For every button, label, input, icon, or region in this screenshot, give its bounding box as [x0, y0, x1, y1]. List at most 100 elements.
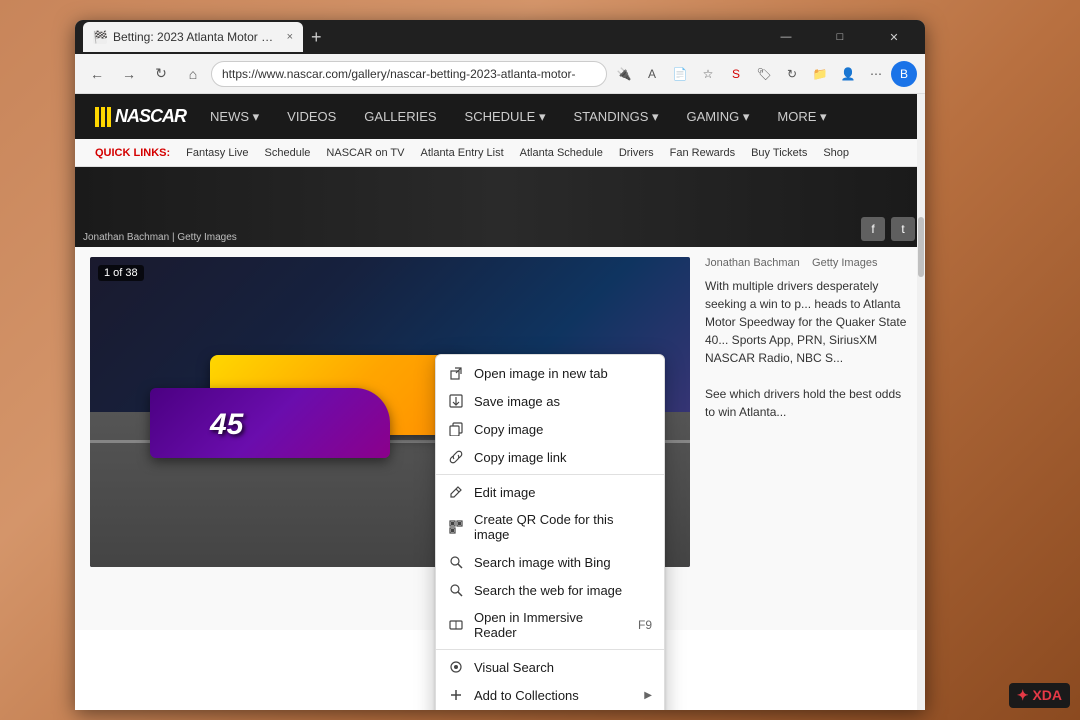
quick-link-drivers[interactable]: Drivers: [619, 147, 654, 159]
xda-logo-text: ✦: [1017, 687, 1029, 703]
font-size-icon[interactable]: A: [639, 61, 665, 87]
collections-icon[interactable]: 📁: [807, 61, 833, 87]
scrollbar[interactable]: [917, 94, 925, 710]
page-content: NASCAR NEWS ▾ VIDEOS GALLERIES SCHEDULE …: [75, 94, 925, 710]
refresh-button[interactable]: ↻: [147, 60, 175, 88]
xda-watermark: ✦ XDA: [1009, 683, 1070, 708]
twitter-icon[interactable]: t: [891, 217, 915, 241]
quick-link-tv[interactable]: NASCAR on TV: [326, 147, 404, 159]
quick-link-schedule[interactable]: Schedule: [265, 147, 311, 159]
nav-standings[interactable]: STANDINGS ▾: [569, 109, 662, 125]
visual-search-icon: [448, 659, 464, 675]
image-counter: 1 of 38: [98, 265, 144, 281]
gallery-info: Jonathan Bachman Getty Images With multi…: [705, 257, 910, 620]
maximize-button[interactable]: □: [817, 22, 863, 52]
menu-edit-image-label: Edit image: [474, 485, 652, 500]
hero-photo-credit: Jonathan Bachman | Getty Images: [83, 232, 237, 243]
quick-link-atlanta[interactable]: Atlanta Schedule: [520, 147, 603, 159]
quick-link-tickets[interactable]: Buy Tickets: [751, 147, 807, 159]
car-45-body: 45: [150, 388, 390, 458]
copilot-icon[interactable]: B: [891, 61, 917, 87]
back-button[interactable]: ←: [83, 60, 111, 88]
menu-immersive-shortcut: F9: [638, 618, 652, 632]
menu-search-web[interactable]: Search the web for image: [436, 576, 664, 604]
menu-immersive-label: Open in Immersive Reader: [474, 610, 628, 640]
profile-icon[interactable]: 👤: [835, 61, 861, 87]
nav-videos[interactable]: VIDEOS: [283, 109, 340, 124]
scrollbar-thumb[interactable]: [918, 217, 924, 277]
menu-share[interactable]: Share: [436, 709, 664, 710]
nav-more[interactable]: MORE ▾: [773, 109, 830, 125]
shopping-icon[interactable]: S: [723, 61, 749, 87]
reader-icon[interactable]: 📄: [667, 61, 693, 87]
favorites-icon[interactable]: ☆: [695, 61, 721, 87]
nav-galleries[interactable]: GALLERIES: [360, 109, 440, 124]
car-45-number: 45: [210, 408, 243, 442]
gallery-agency: Getty Images: [812, 257, 877, 269]
menu-separator-2: [436, 649, 664, 650]
hero-area: Jonathan Bachman | Getty Images f t: [75, 167, 925, 247]
update-icon[interactable]: ↻: [779, 61, 805, 87]
search-bing-icon: [448, 554, 464, 570]
nav-news[interactable]: NEWS ▾: [206, 109, 263, 125]
nav-schedule[interactable]: SCHEDULE ▾: [461, 109, 550, 125]
context-menu: Open image in new tab Save image as Copy…: [435, 354, 665, 710]
nascar-header: NASCAR NEWS ▾ VIDEOS GALLERIES SCHEDULE …: [75, 94, 925, 139]
social-icons: f t: [861, 217, 915, 241]
minimize-button[interactable]: —: [763, 22, 809, 52]
menu-add-collections[interactable]: Add to Collections ▶: [436, 681, 664, 709]
car-45-blue: 45: [150, 370, 390, 480]
close-button[interactable]: ✕: [871, 22, 917, 52]
collections-icon: [448, 687, 464, 703]
facebook-icon[interactable]: f: [861, 217, 885, 241]
tab-close-button[interactable]: ×: [287, 31, 293, 43]
nascar-logo[interactable]: NASCAR: [95, 106, 186, 127]
quick-link-entry[interactable]: Atlanta Entry List: [420, 147, 503, 159]
address-input[interactable]: [211, 61, 607, 87]
save-image-icon: [448, 393, 464, 409]
menu-visual-search[interactable]: Visual Search: [436, 653, 664, 681]
address-bar: ← → ↻ ⌂ 🔌 A 📄 ☆ S 🏷 ↻ 📁 👤 ⋯ B: [75, 54, 925, 94]
menu-separator-1: [436, 474, 664, 475]
forward-button[interactable]: →: [115, 60, 143, 88]
quick-link-fantasy[interactable]: Fantasy Live: [186, 147, 248, 159]
menu-search-web-label: Search the web for image: [474, 583, 652, 598]
menu-qr-label: Create QR Code for this image: [474, 512, 652, 542]
logo-stripes: [95, 107, 111, 127]
menu-collections-label: Add to Collections: [474, 688, 634, 703]
menu-visual-search-label: Visual Search: [474, 660, 652, 675]
quick-link-rewards[interactable]: Fan Rewards: [670, 147, 735, 159]
quick-links-label: QUICK LINKS:: [95, 147, 170, 159]
home-button[interactable]: ⌂: [179, 60, 207, 88]
menu-search-bing[interactable]: Search image with Bing: [436, 548, 664, 576]
menu-copy-image-link[interactable]: Copy image link: [436, 443, 664, 471]
nav-gaming[interactable]: GAMING ▾: [683, 109, 754, 125]
more-icon[interactable]: ⋯: [863, 61, 889, 87]
qr-code-icon: [448, 519, 464, 535]
quick-link-shop[interactable]: Shop: [823, 147, 849, 159]
collections-arrow-icon: ▶: [644, 690, 652, 701]
gallery-photographer: Jonathan Bachman: [705, 257, 800, 269]
coupon-icon[interactable]: 🏷: [751, 61, 777, 87]
new-tab-button[interactable]: +: [307, 27, 326, 48]
menu-edit-image[interactable]: Edit image: [436, 478, 664, 506]
immersive-reader-icon: [448, 617, 464, 633]
toolbar-icons: 🔌 A 📄 ☆ S 🏷 ↻ 📁 👤 ⋯ B: [611, 61, 917, 87]
menu-open-new-tab-label: Open image in new tab: [474, 366, 652, 381]
gallery-meta: Jonathan Bachman Getty Images: [705, 257, 910, 269]
logo-stripe-2: [101, 107, 105, 127]
menu-immersive-reader[interactable]: Open in Immersive Reader F9: [436, 604, 664, 646]
tab-favicon: 🏁: [93, 30, 107, 44]
search-web-icon: [448, 582, 464, 598]
browser-tab[interactable]: 🏁 Betting: 2023 Atlanta Motor Spi... ×: [83, 22, 303, 52]
copy-link-icon: [448, 449, 464, 465]
extensions-icon[interactable]: 🔌: [611, 61, 637, 87]
menu-copy-image[interactable]: Copy image: [436, 415, 664, 443]
menu-copy-link-label: Copy image link: [474, 450, 652, 465]
tab-title: Betting: 2023 Atlanta Motor Spi...: [113, 30, 279, 44]
menu-create-qr[interactable]: Create QR Code for this image: [436, 506, 664, 548]
menu-open-new-tab[interactable]: Open image in new tab: [436, 359, 664, 387]
copy-image-icon: [448, 421, 464, 437]
menu-copy-image-label: Copy image: [474, 422, 652, 437]
menu-save-image[interactable]: Save image as: [436, 387, 664, 415]
